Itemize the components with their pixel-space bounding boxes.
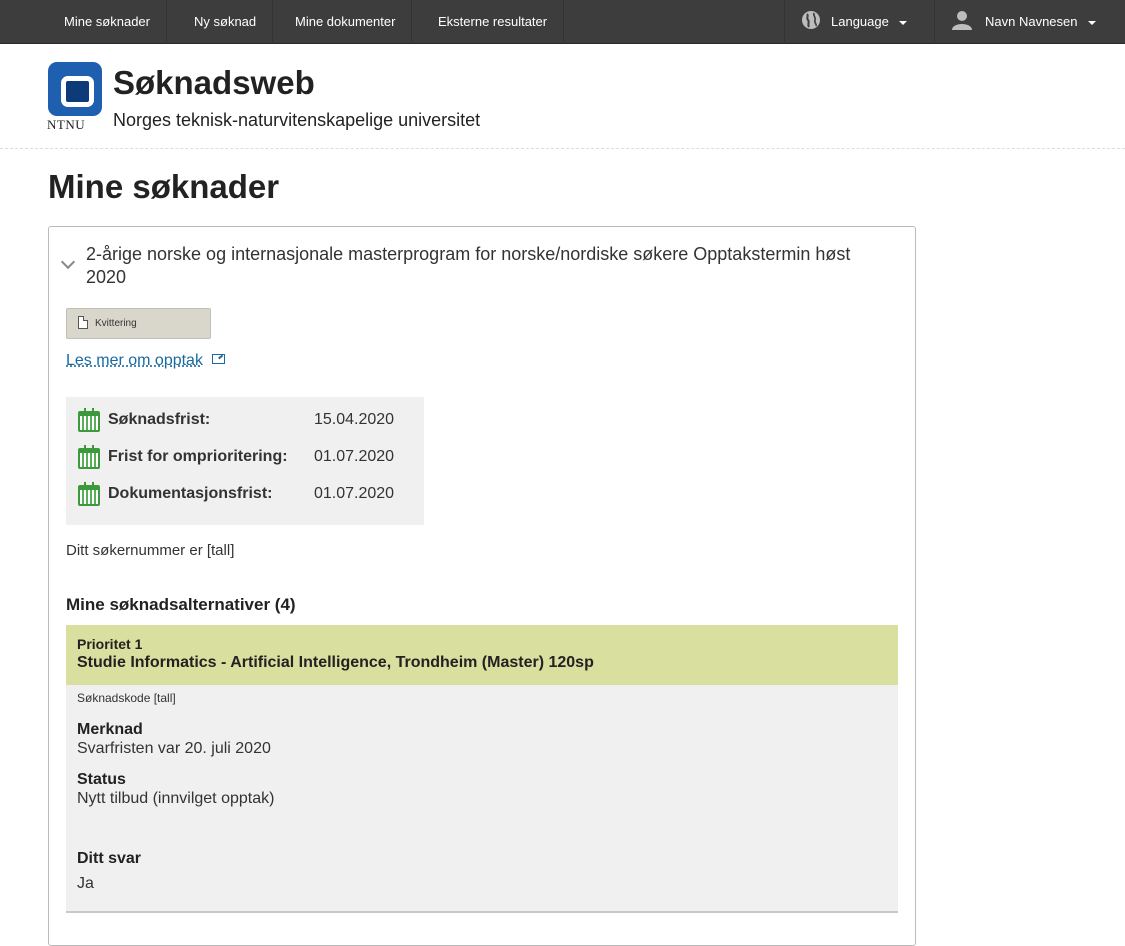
nav-mine-dokumenter[interactable]: Mine dokumenter — [279, 0, 413, 44]
applicant-number: Ditt søkernummer er [tall] — [66, 542, 235, 559]
language-menu[interactable]: Language — [784, 0, 923, 44]
read-more-label: Les mer om opptak — [66, 352, 203, 369]
answer-value: Ja — [77, 875, 94, 892]
top-navbar: Mine søknader Ny søknad Mine dokumenter … — [0, 0, 1125, 44]
alternative-program: Studie Informatics - Artificial Intellig… — [77, 654, 594, 671]
logo-text: NTNU — [47, 117, 86, 132]
status-value: Nytt tilbud (innvilget opptak) — [77, 790, 275, 807]
header-divider — [0, 148, 1125, 149]
answer-label: Ditt svar — [77, 850, 142, 867]
nav-ny-soknad[interactable]: Ny søknad — [178, 0, 274, 44]
alternative-priority: Prioritet 1 — [77, 636, 143, 652]
chevron-down-icon[interactable] — [60, 254, 76, 270]
note-label: Merknad — [77, 721, 143, 738]
document-icon — [78, 316, 88, 329]
date-value: 01.07.2020 — [314, 485, 395, 502]
status-label: Status — [77, 771, 126, 788]
user-name: Navn Navnesen — [985, 14, 1078, 29]
receipt-button[interactable]: Kvittering — [66, 308, 211, 339]
date-label: Frist for omprioritering: — [108, 448, 288, 465]
application-code: Søknadskode [tall] — [77, 691, 176, 705]
calendar-icon — [78, 482, 100, 506]
language-label: Language — [831, 14, 889, 29]
receipt-label: Kvittering — [95, 318, 137, 329]
note-value: Svarfristen var 20. juli 2020 — [77, 740, 271, 757]
caret-down-icon — [898, 20, 907, 25]
read-more-link[interactable]: Les mer om opptak — [66, 352, 225, 370]
page-title: Mine søknader — [48, 168, 280, 205]
application-heading[interactable]: 2-årige norske og internasjonale masterp… — [86, 243, 886, 289]
nav-eksterne-resultater[interactable]: Eksterne resultater — [422, 0, 565, 44]
calendar-icon — [78, 445, 100, 469]
dates-box: Søknadsfrist: 15.04.2020 Frist for ompri… — [66, 397, 424, 525]
date-value: 01.07.2020 — [314, 448, 395, 465]
caret-down-icon — [1087, 20, 1096, 25]
calendar-icon — [78, 408, 100, 432]
ntnu-logo — [48, 62, 102, 116]
user-menu[interactable]: Navn Navnesen — [934, 0, 1125, 44]
external-link-icon — [211, 354, 225, 364]
user-icon — [952, 11, 972, 30]
site-subtitle: Norges teknisk-naturvitenskapelige unive… — [113, 110, 481, 130]
site-title: Søknadsweb — [113, 64, 315, 101]
alternative-header: Prioritet 1 Studie Informatics - Artific… — [66, 625, 898, 685]
date-value: 15.04.2020 — [314, 411, 395, 428]
date-label: Søknadsfrist: — [108, 411, 211, 428]
alternatives-heading: Mine søknadsalternativer (4) — [66, 595, 296, 614]
date-label: Dokumentasjonsfrist: — [108, 485, 273, 502]
alternative-details: Søknadskode [tall] Merknad Svarfristen v… — [66, 685, 898, 913]
globe-icon — [802, 11, 820, 29]
application-card: 2-årige norske og internasjonale masterp… — [48, 226, 916, 946]
nav-mine-soknader[interactable]: Mine søknader — [48, 0, 167, 44]
